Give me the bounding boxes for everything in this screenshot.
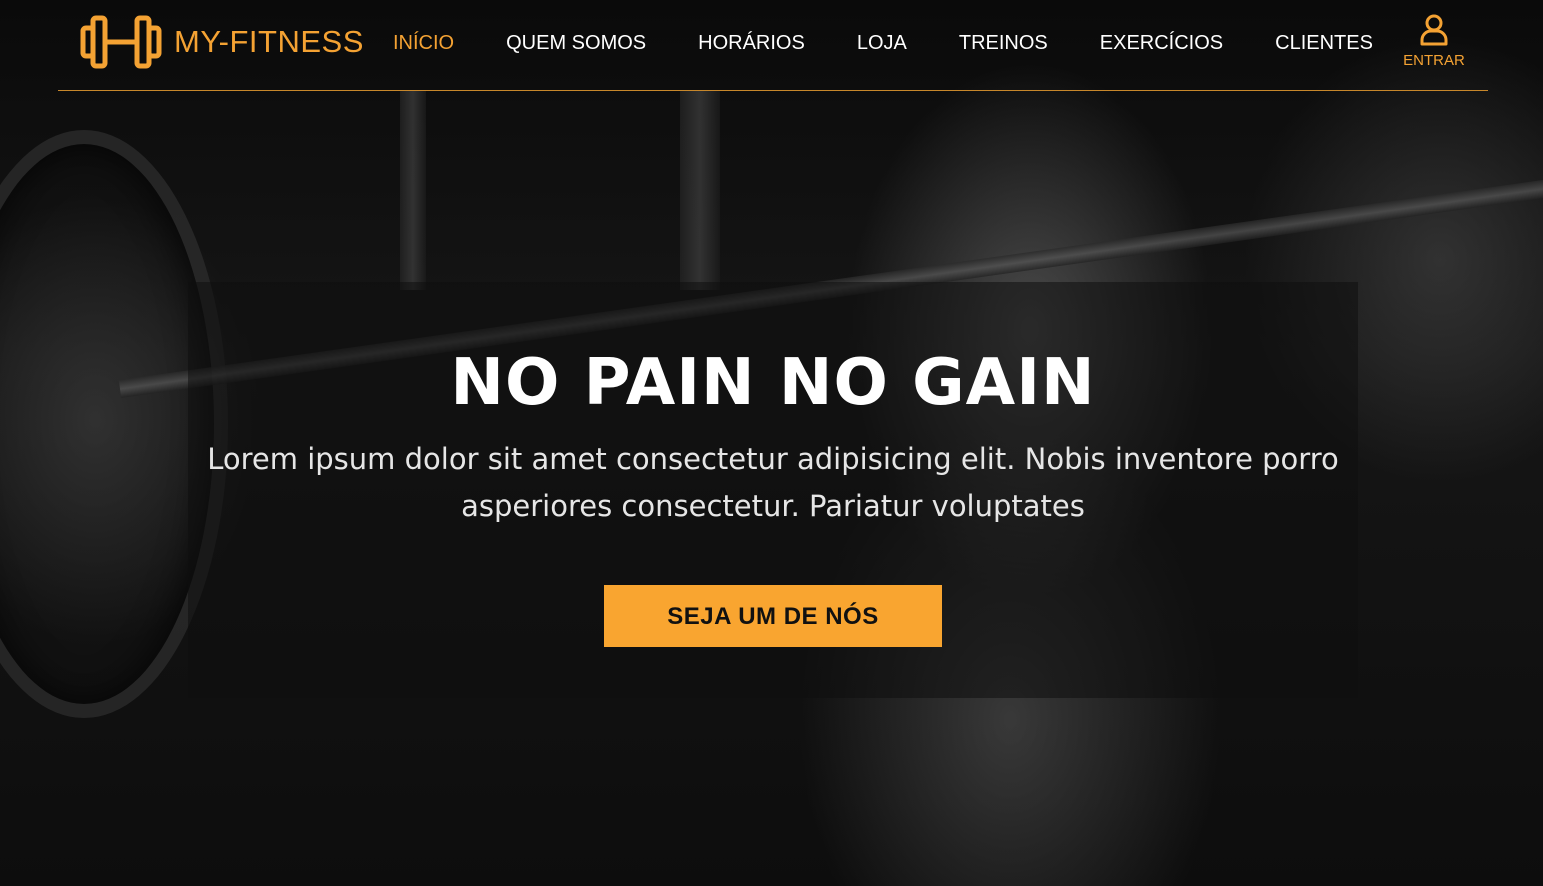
main-nav: INÍCIO QUEM SOMOS HORÁRIOS LOJA TREINOS … — [393, 32, 1373, 55]
hero-title: NO PAIN NO GAIN — [450, 346, 1096, 420]
nav-item-exercicios[interactable]: EXERCÍCIOS — [1100, 32, 1223, 55]
background-pole — [400, 90, 426, 290]
user-icon — [1420, 14, 1448, 46]
navbar: MY-FITNESS INÍCIO QUEM SOMOS HORÁRIOS LO… — [58, 0, 1488, 91]
join-us-button[interactable]: SEJA UM DE NÓS — [604, 585, 942, 647]
background-pole — [680, 90, 720, 290]
nav-item-clientes[interactable]: CLIENTES — [1275, 32, 1373, 55]
nav-item-inicio[interactable]: INÍCIO — [393, 32, 454, 55]
brand-name: MY-FITNESS — [174, 24, 364, 59]
page: MY-FITNESS INÍCIO QUEM SOMOS HORÁRIOS LO… — [0, 0, 1543, 886]
nav-item-loja[interactable]: LOJA — [857, 32, 907, 55]
nav-item-quem-somos[interactable]: QUEM SOMOS — [506, 32, 646, 55]
brand-logo-link[interactable]: MY-FITNESS — [80, 14, 364, 70]
nav-item-treinos[interactable]: TREINOS — [959, 32, 1048, 55]
dumbbell-icon — [80, 15, 162, 69]
hero-panel: NO PAIN NO GAIN Lorem ipsum dolor sit am… — [188, 282, 1358, 698]
login-label: ENTRAR — [1403, 52, 1465, 69]
nav-item-horarios[interactable]: HORÁRIOS — [698, 32, 805, 55]
hero-description: Lorem ipsum dolor sit amet consectetur a… — [207, 442, 1339, 523]
login-button[interactable]: ENTRAR — [1398, 14, 1470, 69]
